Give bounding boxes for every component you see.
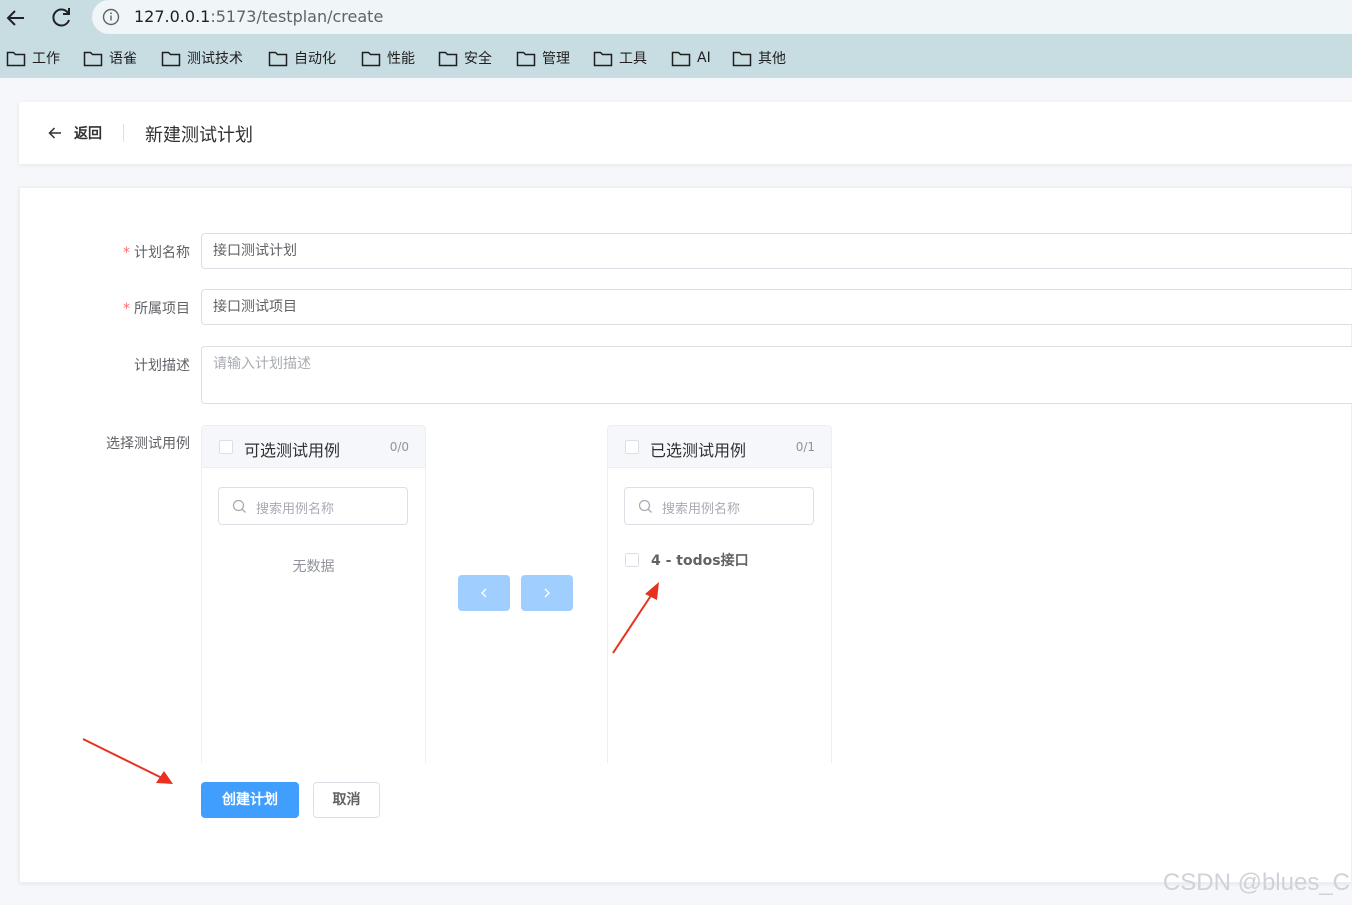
reload-icon[interactable] <box>47 4 75 32</box>
panel-title: 可选测试用例 <box>244 441 341 460</box>
bookmark-label: 安全 <box>464 51 492 67</box>
header-divider <box>123 124 124 142</box>
annotation-arrow <box>82 738 173 784</box>
folder-icon <box>732 51 752 66</box>
panel-count: 0/1 <box>795 440 815 454</box>
move-right-button[interactable] <box>521 575 573 611</box>
bookmark-folder[interactable]: 工具 <box>593 49 647 67</box>
url-path: :5173/testplan/create <box>210 7 384 26</box>
back-label: 返回 <box>74 126 102 142</box>
bookmark-folder[interactable]: 性能 <box>361 49 415 67</box>
arrow-left-icon <box>48 127 61 139</box>
search-icon <box>232 499 246 513</box>
bookmark-folder[interactable]: 工作 <box>6 49 60 67</box>
folder-icon <box>161 51 181 66</box>
move-left-button[interactable] <box>458 575 510 611</box>
bookmark-label: 性能 <box>387 51 415 67</box>
plan-name-label: * 计划名称 <box>20 242 190 262</box>
folder-icon <box>268 51 288 66</box>
required-mark: * <box>123 245 130 261</box>
bookmark-label: 管理 <box>542 51 570 67</box>
search-placeholder: 搜索用例名称 <box>662 502 741 517</box>
search-placeholder: 搜索用例名称 <box>256 502 335 517</box>
bookmark-folder[interactable]: 管理 <box>516 49 570 67</box>
folder-icon <box>83 51 103 66</box>
available-cases-panel: 可选测试用例 0/0 搜索用例名称 无数据 <box>201 425 426 763</box>
bookmark-label: 工具 <box>619 51 647 67</box>
bookmark-folder[interactable]: AI <box>671 49 711 67</box>
select-all-checkbox[interactable] <box>219 440 233 454</box>
annotation-arrow <box>612 582 659 654</box>
browser-address-bar: 127.0.0.1:5173/testplan/create <box>0 0 1352 36</box>
panel-count: 0/0 <box>389 440 409 454</box>
bookmark-label: 自动化 <box>294 51 336 67</box>
folder-icon <box>438 51 458 66</box>
description-label: 计划描述 <box>134 358 190 374</box>
back-arrow-icon[interactable] <box>2 4 30 32</box>
required-mark: * <box>123 301 130 317</box>
case-label: 4 - todos接口 <box>651 553 749 569</box>
description-textarea[interactable]: 请输入计划描述 <box>201 346 1352 404</box>
select-all-checkbox[interactable] <box>625 440 639 454</box>
folder-icon <box>671 51 691 66</box>
page-header: 返回 新建测试计划 <box>19 102 1352 164</box>
bookmark-label: 工作 <box>32 51 60 67</box>
cases-label: 选择测试用例 <box>106 436 190 452</box>
page-title: 新建测试计划 <box>145 125 253 146</box>
chevron-left-icon <box>481 588 487 598</box>
search-icon <box>638 499 652 513</box>
folder-icon <box>6 51 26 66</box>
project-label: * 所属项目 <box>20 298 190 318</box>
search-input[interactable]: 搜索用例名称 <box>218 487 408 525</box>
bookmark-folder[interactable]: 测试技术 <box>161 49 243 67</box>
case-item[interactable]: 4 - todos接口 <box>625 550 749 570</box>
chevron-right-icon <box>544 588 550 598</box>
create-plan-button[interactable]: 创建计划 <box>201 782 299 818</box>
plan-name-input[interactable]: 接口测试计划 <box>201 233 1352 269</box>
panel-title: 已选测试用例 <box>650 441 747 460</box>
url-text: 127.0.0.1:5173/testplan/create <box>134 7 383 26</box>
watermark: CSDN @blues_C <box>1162 869 1350 896</box>
project-label-text: 所属项目 <box>134 301 190 317</box>
empty-text: 无数据 <box>292 559 335 575</box>
bookmark-label: 其他 <box>758 51 786 67</box>
folder-icon <box>516 51 536 66</box>
panel-header: 已选测试用例 0/1 <box>608 426 831 468</box>
bookmark-label: AI <box>697 50 711 66</box>
project-select[interactable]: 接口测试项目 <box>201 289 1352 325</box>
bookmark-folder[interactable]: 语雀 <box>83 49 137 67</box>
bookmark-label: 测试技术 <box>187 51 243 67</box>
case-checkbox[interactable] <box>625 553 639 567</box>
site-info-icon[interactable] <box>102 8 120 26</box>
bookmark-label: 语雀 <box>109 51 137 67</box>
folder-icon <box>361 51 381 66</box>
bookmark-folder[interactable]: 自动化 <box>268 49 336 67</box>
search-input[interactable]: 搜索用例名称 <box>624 487 814 525</box>
bookmarks-bar: 工作 语雀 测试技术 自动化 性能 安全 管理 工具 AI 其他 <box>0 36 1352 78</box>
folder-icon <box>593 51 613 66</box>
plan-name-label-text: 计划名称 <box>134 245 190 261</box>
bookmark-folder[interactable]: 安全 <box>438 49 492 67</box>
cancel-button[interactable]: 取消 <box>313 782 380 818</box>
url-field[interactable]: 127.0.0.1:5173/testplan/create <box>92 0 1352 34</box>
bookmark-folder[interactable]: 其他 <box>732 49 786 67</box>
back-button[interactable]: 返回 <box>47 123 102 143</box>
url-host: 127.0.0.1 <box>134 7 211 26</box>
plan-form: * 计划名称 接口测试计划 * 所属项目 接口测试项目 计划描述 请输入计划描述 选… <box>19 187 1352 883</box>
panel-header: 可选测试用例 0/0 <box>202 426 425 468</box>
